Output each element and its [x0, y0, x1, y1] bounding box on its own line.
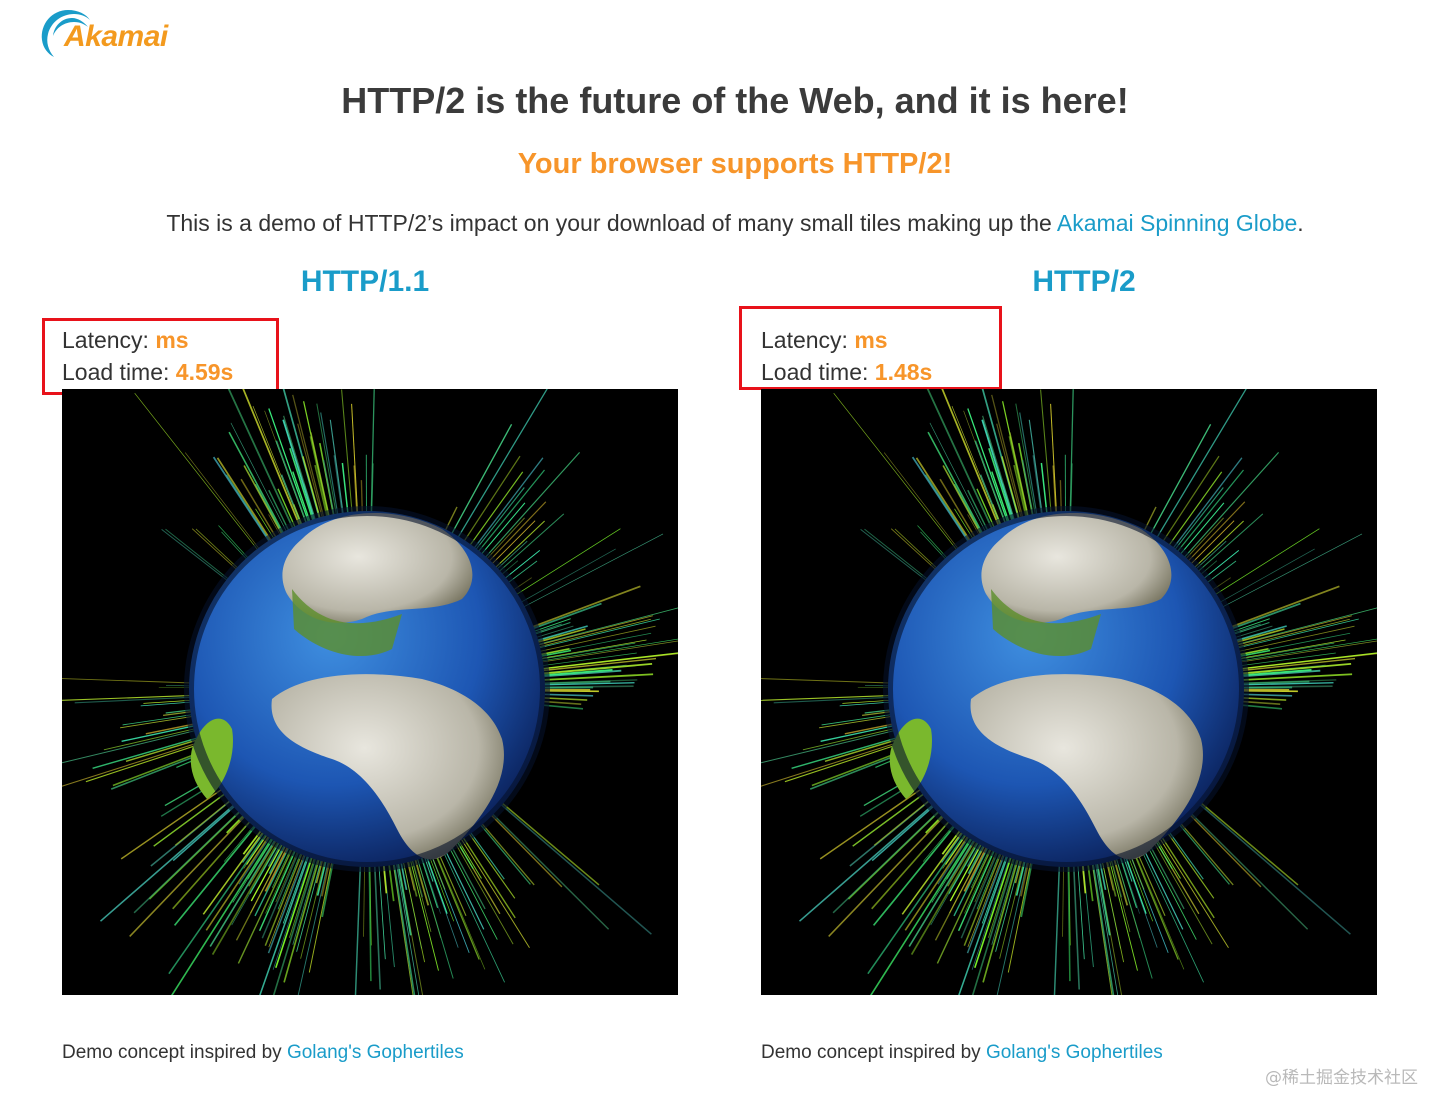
credit-text: Demo concept inspired by [62, 1042, 287, 1063]
akamai-logo[interactable]: Akamai [34, 2, 194, 62]
akamai-logo-text: Akamai [64, 20, 168, 53]
globe-ray [1094, 857, 1119, 995]
page: Akamai HTTP/2 is the future of the Web, … [0, 0, 1446, 1116]
http1-heading: HTTP/1.1 [300, 265, 430, 298]
intro-text: This is a demo of HTTP/2’s impact on you… [0, 210, 1446, 237]
http2-globe-image [761, 389, 1377, 995]
globe-ray [1188, 811, 1309, 930]
spinning-globe-link[interactable]: Akamai Spinning Globe [1057, 210, 1297, 236]
gophertiles-link[interactable]: Golang's Gophertiles [287, 1042, 464, 1063]
http1-credit: Demo concept inspired by Golang's Gopher… [62, 1042, 464, 1064]
http2-credit: Demo concept inspired by Golang's Gopher… [761, 1042, 1163, 1064]
globe-ray [1062, 866, 1064, 937]
gophertiles-link[interactable]: Golang's Gophertiles [986, 1042, 1163, 1063]
intro-text-after: . [1297, 210, 1304, 236]
globe-graphic [761, 389, 1377, 995]
credit-text: Demo concept inspired by [761, 1042, 986, 1063]
globe-ray [395, 857, 420, 995]
http2-column: HTTP/2 Latency: ms Load time: 1.48s Demo… [739, 262, 1377, 1063]
http1-column: HTTP/1.1 Latency: ms Load time: 4.59s De… [42, 262, 678, 1063]
intro-text-before: This is a demo of HTTP/2’s impact on you… [166, 210, 1057, 236]
globe-ray [449, 423, 513, 538]
globe-ray [1207, 533, 1363, 616]
globe-graphic [62, 389, 678, 995]
globe-ray [1148, 423, 1212, 538]
globe-ray [363, 866, 365, 937]
http2-heading: HTTP/2 [1032, 265, 1136, 298]
http1-highlight-box [42, 318, 279, 395]
watermark: @稀土掘金技术社区 [1265, 1068, 1418, 1088]
support-status: Your browser supports HTTP/2! [517, 148, 953, 180]
http1-globe-image [62, 389, 678, 995]
page-title: HTTP/2 is the future of the Web, and it … [341, 80, 1129, 121]
http2-highlight-box [739, 306, 1002, 390]
globe-ray [508, 533, 664, 616]
globe-ray [489, 811, 610, 930]
